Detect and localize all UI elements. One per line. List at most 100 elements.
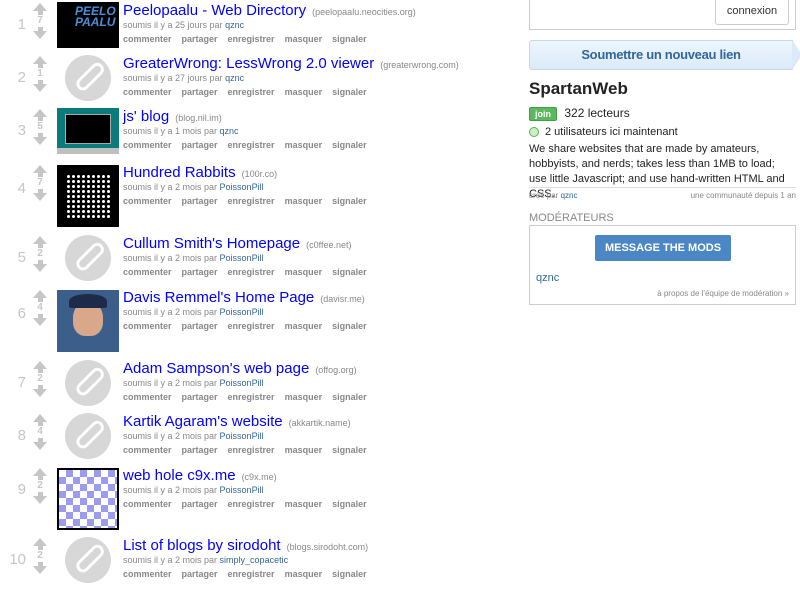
link-title[interactable]: Kartik Agaram's website xyxy=(123,413,283,430)
save-button[interactable]: enregistrer xyxy=(228,196,275,206)
thumbnail[interactable] xyxy=(57,108,119,154)
default-thumbnail-link-icon[interactable]: ⊂⊃ xyxy=(65,235,111,281)
downvote-arrow-icon[interactable] xyxy=(31,385,49,397)
link-title[interactable]: Hundred Rabbits xyxy=(123,164,236,181)
link-domain[interactable]: (greaterwrong.com) xyxy=(380,60,459,70)
hide-button[interactable]: masquer xyxy=(285,196,323,206)
save-button[interactable]: enregistrer xyxy=(228,321,275,331)
creator-link[interactable]: qznc xyxy=(561,191,578,200)
link-domain[interactable]: (c0ffee.net) xyxy=(306,240,351,250)
save-button[interactable]: enregistrer xyxy=(228,34,275,44)
hide-button[interactable]: masquer xyxy=(285,392,323,402)
link-domain[interactable]: (davisr.me) xyxy=(320,294,365,304)
thumbnail[interactable] xyxy=(57,165,119,227)
thumbnail[interactable]: PEELO PAALU xyxy=(57,2,119,48)
upvote-arrow-icon[interactable] xyxy=(31,361,49,373)
login-button[interactable]: connexion xyxy=(715,0,789,25)
link-domain[interactable]: (blogs.sirodoht.com) xyxy=(287,542,369,552)
save-button[interactable]: enregistrer xyxy=(228,392,275,402)
default-thumbnail-link-icon[interactable]: ⊂⊃ xyxy=(65,413,111,459)
link-title[interactable]: web hole c9x.me xyxy=(123,467,236,484)
comment-button[interactable]: commenter xyxy=(123,445,172,455)
hide-button[interactable]: masquer xyxy=(285,267,323,277)
share-button[interactable]: partager xyxy=(182,392,218,402)
downvote-arrow-icon[interactable] xyxy=(31,492,49,504)
share-button[interactable]: partager xyxy=(182,140,218,150)
downvote-arrow-icon[interactable] xyxy=(31,562,49,574)
report-button[interactable]: signaler xyxy=(332,196,367,206)
comment-button[interactable]: commenter xyxy=(123,392,172,402)
comment-button[interactable]: commenter xyxy=(123,321,172,331)
save-button[interactable]: enregistrer xyxy=(228,87,275,97)
hide-button[interactable]: masquer xyxy=(285,140,323,150)
downvote-arrow-icon[interactable] xyxy=(31,260,49,272)
report-button[interactable]: signaler xyxy=(332,445,367,455)
link-title[interactable]: List of blogs by sirodoht xyxy=(123,537,281,554)
upvote-arrow-icon[interactable] xyxy=(31,165,49,177)
downvote-arrow-icon[interactable] xyxy=(31,438,49,450)
comment-button[interactable]: commenter xyxy=(123,140,172,150)
downvote-arrow-icon[interactable] xyxy=(31,314,49,326)
share-button[interactable]: partager xyxy=(182,445,218,455)
link-domain[interactable]: (c9x.me) xyxy=(242,472,277,482)
hide-button[interactable]: masquer xyxy=(285,445,323,455)
save-button[interactable]: enregistrer xyxy=(228,569,275,579)
link-domain[interactable]: (akkartik.name) xyxy=(289,418,351,428)
link-title[interactable]: Peelopaalu - Web Directory xyxy=(123,2,306,19)
join-button[interactable]: join xyxy=(529,106,557,121)
thumbnail-checkerboard[interactable] xyxy=(57,468,119,530)
author-link[interactable]: PoissonPill xyxy=(220,307,264,317)
report-button[interactable]: signaler xyxy=(332,140,367,150)
report-button[interactable]: signaler xyxy=(332,34,367,44)
link-title[interactable]: GreaterWrong: LessWrong 2.0 viewer xyxy=(123,55,374,72)
report-button[interactable]: signaler xyxy=(332,267,367,277)
link-domain[interactable]: (100r.co) xyxy=(242,169,278,179)
comment-button[interactable]: commenter xyxy=(123,499,172,509)
share-button[interactable]: partager xyxy=(182,499,218,509)
default-thumbnail-link-icon[interactable]: ⊂⊃ xyxy=(65,55,111,101)
submit-link-button[interactable]: Soumettre un nouveau lien xyxy=(529,40,800,70)
comment-button[interactable]: commenter xyxy=(123,196,172,206)
author-link[interactable]: PoissonPill xyxy=(220,485,264,495)
author-link[interactable]: PoissonPill xyxy=(220,253,264,263)
link-domain[interactable]: (peelopaalu.neocities.org) xyxy=(312,7,416,17)
author-link[interactable]: simply_copacetic xyxy=(220,555,289,565)
link-domain[interactable]: (blog.nil.im) xyxy=(175,113,222,123)
upvote-arrow-icon[interactable] xyxy=(31,3,49,15)
hide-button[interactable]: masquer xyxy=(285,499,323,509)
comment-button[interactable]: commenter xyxy=(123,267,172,277)
comment-button[interactable]: commenter xyxy=(123,87,172,97)
hide-button[interactable]: masquer xyxy=(285,321,323,331)
hide-button[interactable]: masquer xyxy=(285,569,323,579)
report-button[interactable]: signaler xyxy=(332,321,367,331)
author-link[interactable]: PoissonPill xyxy=(220,378,264,388)
author-link[interactable]: qznc xyxy=(225,20,244,30)
upvote-arrow-icon[interactable] xyxy=(31,538,49,550)
link-title[interactable]: js' blog xyxy=(123,108,169,125)
share-button[interactable]: partager xyxy=(182,196,218,206)
upvote-arrow-icon[interactable] xyxy=(31,414,49,426)
author-link[interactable]: qznc xyxy=(225,73,244,83)
share-button[interactable]: partager xyxy=(182,321,218,331)
author-link[interactable]: PoissonPill xyxy=(220,182,264,192)
downvote-arrow-icon[interactable] xyxy=(31,80,49,92)
save-button[interactable]: enregistrer xyxy=(228,445,275,455)
share-button[interactable]: partager xyxy=(182,87,218,97)
report-button[interactable]: signaler xyxy=(332,569,367,579)
moderator-link[interactable]: qznc xyxy=(536,272,559,284)
report-button[interactable]: signaler xyxy=(332,87,367,97)
thumbnail-portrait[interactable] xyxy=(57,290,119,352)
default-thumbnail-link-icon[interactable]: ⊂⊃ xyxy=(65,537,111,583)
upvote-arrow-icon[interactable] xyxy=(31,290,49,302)
save-button[interactable]: enregistrer xyxy=(228,140,275,150)
message-mods-button[interactable]: MESSAGE THE MODS xyxy=(595,235,731,261)
comment-button[interactable]: commenter xyxy=(123,34,172,44)
link-title[interactable]: Cullum Smith's Homepage xyxy=(123,235,300,252)
author-link[interactable]: PoissonPill xyxy=(220,431,264,441)
save-button[interactable]: enregistrer xyxy=(228,267,275,277)
hide-button[interactable]: masquer xyxy=(285,87,323,97)
link-domain[interactable]: (offog.org) xyxy=(315,365,356,375)
report-button[interactable]: signaler xyxy=(332,499,367,509)
subreddit-title[interactable]: SpartanWeb xyxy=(529,79,628,99)
mod-team-about-link[interactable]: à propos de l'équipe de modération » xyxy=(657,289,789,298)
